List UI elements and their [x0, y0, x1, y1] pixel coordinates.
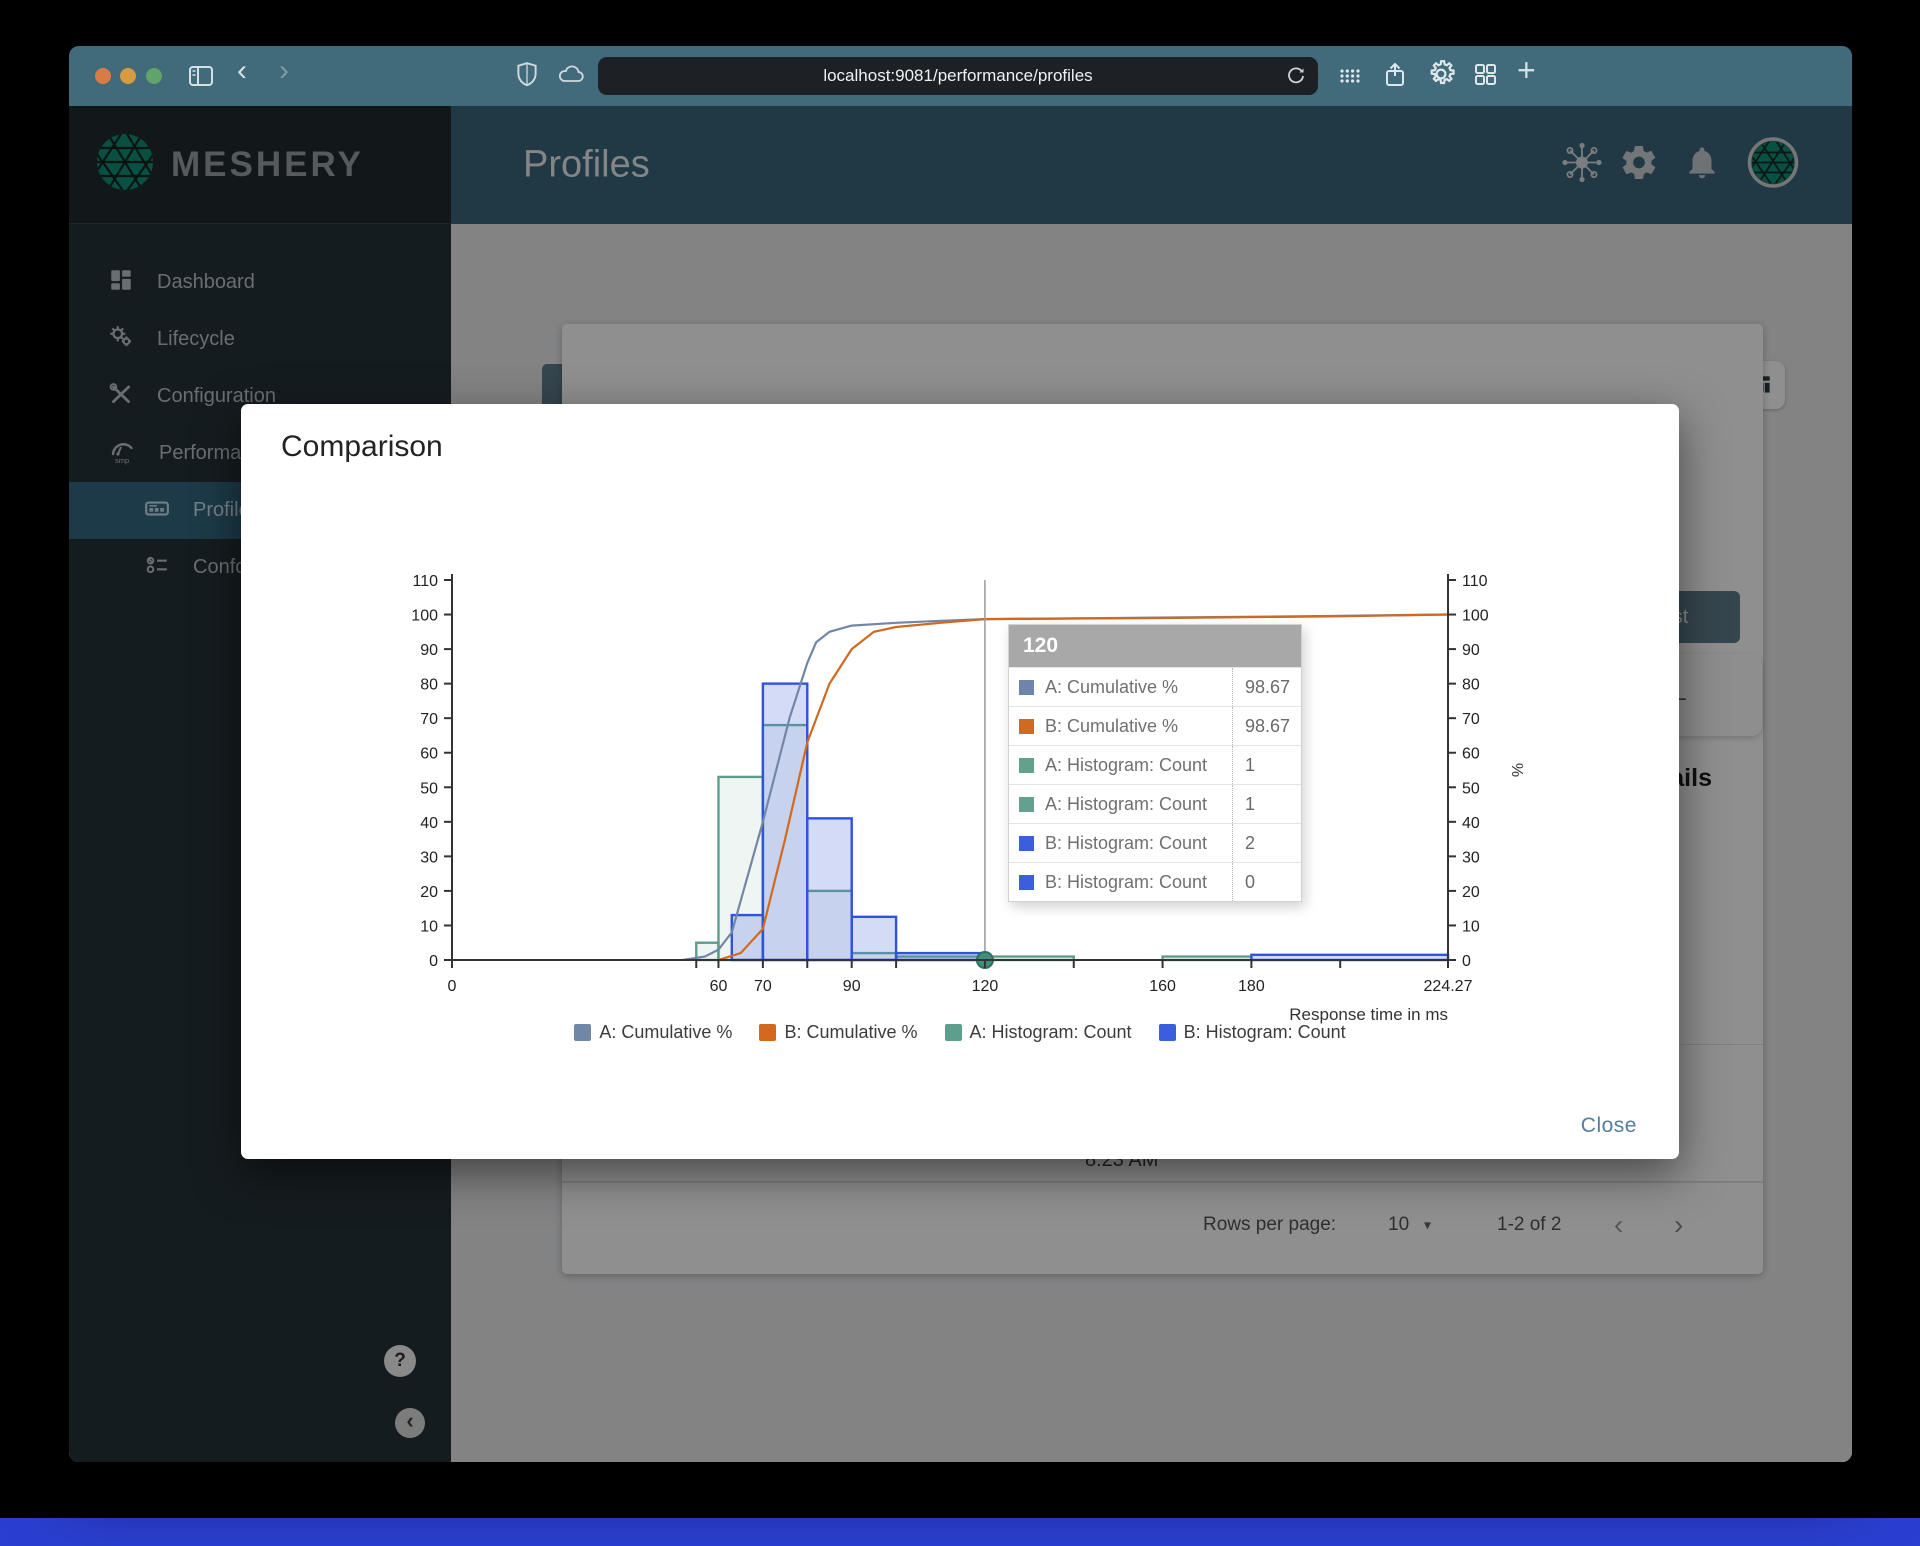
tooltip-swatch — [1019, 874, 1034, 890]
tooltip-value: 2 — [1232, 824, 1301, 862]
tooltip-row: A: Histogram: Count 1 — [1009, 784, 1301, 823]
tooltip-swatch — [1019, 679, 1034, 695]
svg-text:90: 90 — [843, 978, 861, 995]
svg-text:50: 50 — [1462, 780, 1480, 797]
svg-text:0: 0 — [1462, 953, 1471, 970]
tooltip-label: B: Histogram: Count — [1045, 871, 1208, 892]
legend-swatch — [1158, 1024, 1176, 1041]
close-window-button[interactable] — [95, 68, 111, 84]
svg-text:224.27: 224.27 — [1424, 978, 1473, 995]
settings-gear-icon[interactable] — [1426, 59, 1456, 94]
svg-text:40: 40 — [1462, 815, 1480, 832]
svg-text:50: 50 — [420, 780, 438, 797]
privacy-shield-icon[interactable] — [514, 61, 540, 94]
back-icon[interactable]: ‹ — [237, 54, 247, 88]
tooltip-value: 98.67 — [1232, 707, 1301, 745]
svg-text:60: 60 — [420, 746, 438, 763]
tooltip-row: B: Histogram: Count 0 — [1009, 862, 1301, 901]
extensions-grid-icon[interactable] — [1337, 63, 1363, 94]
svg-text:80: 80 — [1462, 677, 1480, 694]
reload-icon[interactable] — [1284, 64, 1308, 93]
legend-item[interactable]: B: Cumulative % — [759, 1022, 918, 1043]
new-tab-icon[interactable]: + — [1517, 52, 1536, 89]
svg-text:20: 20 — [1462, 884, 1480, 901]
svg-text:0: 0 — [429, 953, 438, 970]
svg-text:40: 40 — [420, 815, 438, 832]
tooltip-label: A: Cumulative % — [1045, 676, 1179, 697]
forward-icon[interactable]: › — [279, 54, 289, 88]
svg-text:10: 10 — [1462, 918, 1480, 935]
tooltip-rows: A: Cumulative % 98.67 B: Cumulative % 98.67… — [1009, 667, 1301, 901]
zoom-window-button[interactable] — [146, 68, 162, 84]
address-bar[interactable]: localhost:9081/performance/profiles — [598, 57, 1318, 95]
svg-text:60: 60 — [1462, 746, 1480, 763]
tooltip-value: 1 — [1232, 746, 1301, 784]
legend-label: A: Histogram: Count — [969, 1022, 1132, 1042]
svg-text:60: 60 — [710, 978, 728, 995]
svg-text:70: 70 — [754, 978, 772, 995]
page-viewport: MESHERY Dashboard Lifecycle Configuratio… — [69, 106, 1852, 1462]
close-button[interactable]: Close — [1575, 1113, 1643, 1139]
url-text: localhost:9081/performance/profiles — [823, 66, 1093, 85]
comparison-chart: 0 0 10 10 20 20 30 30 40 40 50 50 60 60 70 70 80 80 90 90 10… — [357, 560, 1557, 1030]
svg-text:20: 20 — [420, 884, 438, 901]
legend-swatch — [759, 1024, 777, 1041]
legend-item[interactable]: A: Histogram: Count — [944, 1022, 1132, 1043]
legend-swatch — [944, 1024, 962, 1041]
comparison-chart-svg: 0 010 1020 2030 3040 4050 5060 6070 7080 8090 9010… — [411, 573, 1525, 1024]
svg-text:%: % — [1508, 763, 1525, 777]
tooltip-value: 0 — [1232, 863, 1301, 901]
legend-label: B: Cumulative % — [784, 1022, 918, 1042]
tooltip-swatch — [1019, 757, 1034, 773]
share-icon[interactable] — [1381, 60, 1409, 95]
svg-text:0: 0 — [448, 978, 457, 995]
tooltip-row: A: Cumulative % 98.67 — [1009, 667, 1301, 706]
legend-item[interactable]: A: Cumulative % — [574, 1022, 732, 1043]
chart-legend: A: Cumulative % B: Cumulative % A: Histogr… — [241, 1022, 1679, 1043]
svg-text:30: 30 — [420, 849, 438, 866]
svg-text:30: 30 — [1462, 849, 1480, 866]
tooltip-label: B: Cumulative % — [1045, 715, 1179, 736]
tooltip-swatch — [1019, 796, 1034, 812]
dock-strip — [0, 1518, 1920, 1546]
svg-text:110: 110 — [412, 573, 438, 590]
svg-text:70: 70 — [420, 711, 438, 728]
svg-text:90: 90 — [420, 642, 438, 659]
svg-text:100: 100 — [1462, 608, 1489, 625]
screen: ‹ › localhost:9081/performance/profiles — [0, 0, 1920, 1546]
tooltip-row: B: Cumulative % 98.67 — [1009, 706, 1301, 745]
tooltip-row: B: Histogram: Count 2 — [1009, 823, 1301, 862]
svg-text:120: 120 — [972, 978, 999, 995]
tooltip-value: 1 — [1232, 785, 1301, 823]
svg-text:110: 110 — [1462, 573, 1488, 590]
legend-label: B: Histogram: Count — [1183, 1022, 1346, 1042]
svg-text:180: 180 — [1238, 978, 1265, 995]
tooltip-swatch — [1019, 718, 1034, 734]
modal-title: Comparison — [281, 430, 443, 463]
browser-toolbar: ‹ › localhost:9081/performance/profiles — [69, 46, 1852, 106]
svg-text:80: 80 — [420, 677, 438, 694]
sidebar-toggle-icon[interactable] — [187, 62, 215, 95]
chart-tooltip: 120 A: Cumulative % 98.67 B: Cumulative % 9… — [1008, 624, 1302, 902]
legend-swatch — [574, 1024, 592, 1041]
browser-window: ‹ › localhost:9081/performance/profiles — [69, 46, 1852, 1462]
tooltip-label: A: Histogram: Count — [1045, 754, 1208, 775]
legend-item[interactable]: B: Histogram: Count — [1158, 1022, 1346, 1043]
legend-label: A: Cumulative % — [599, 1022, 733, 1042]
cloud-icon[interactable] — [557, 62, 587, 91]
comparison-modal: Comparison 0 0 10 10 20 20 30 30 40 40 50 50 60 60 70 7… — [241, 404, 1679, 1159]
tooltip-label: B: Histogram: Count — [1045, 832, 1208, 853]
tooltip-label: A: Histogram: Count — [1045, 793, 1208, 814]
minimize-window-button[interactable] — [120, 68, 136, 84]
svg-text:160: 160 — [1149, 978, 1176, 995]
tooltip-value: 98.67 — [1232, 668, 1301, 706]
svg-text:90: 90 — [1462, 642, 1480, 659]
tab-overview-icon[interactable] — [1472, 61, 1499, 93]
svg-text:10: 10 — [420, 918, 438, 935]
tooltip-swatch — [1019, 835, 1034, 851]
svg-text:100: 100 — [411, 608, 438, 625]
tooltip-row: A: Histogram: Count 1 — [1009, 745, 1301, 784]
svg-text:70: 70 — [1462, 711, 1480, 728]
tooltip-header: 120 — [1009, 625, 1301, 667]
